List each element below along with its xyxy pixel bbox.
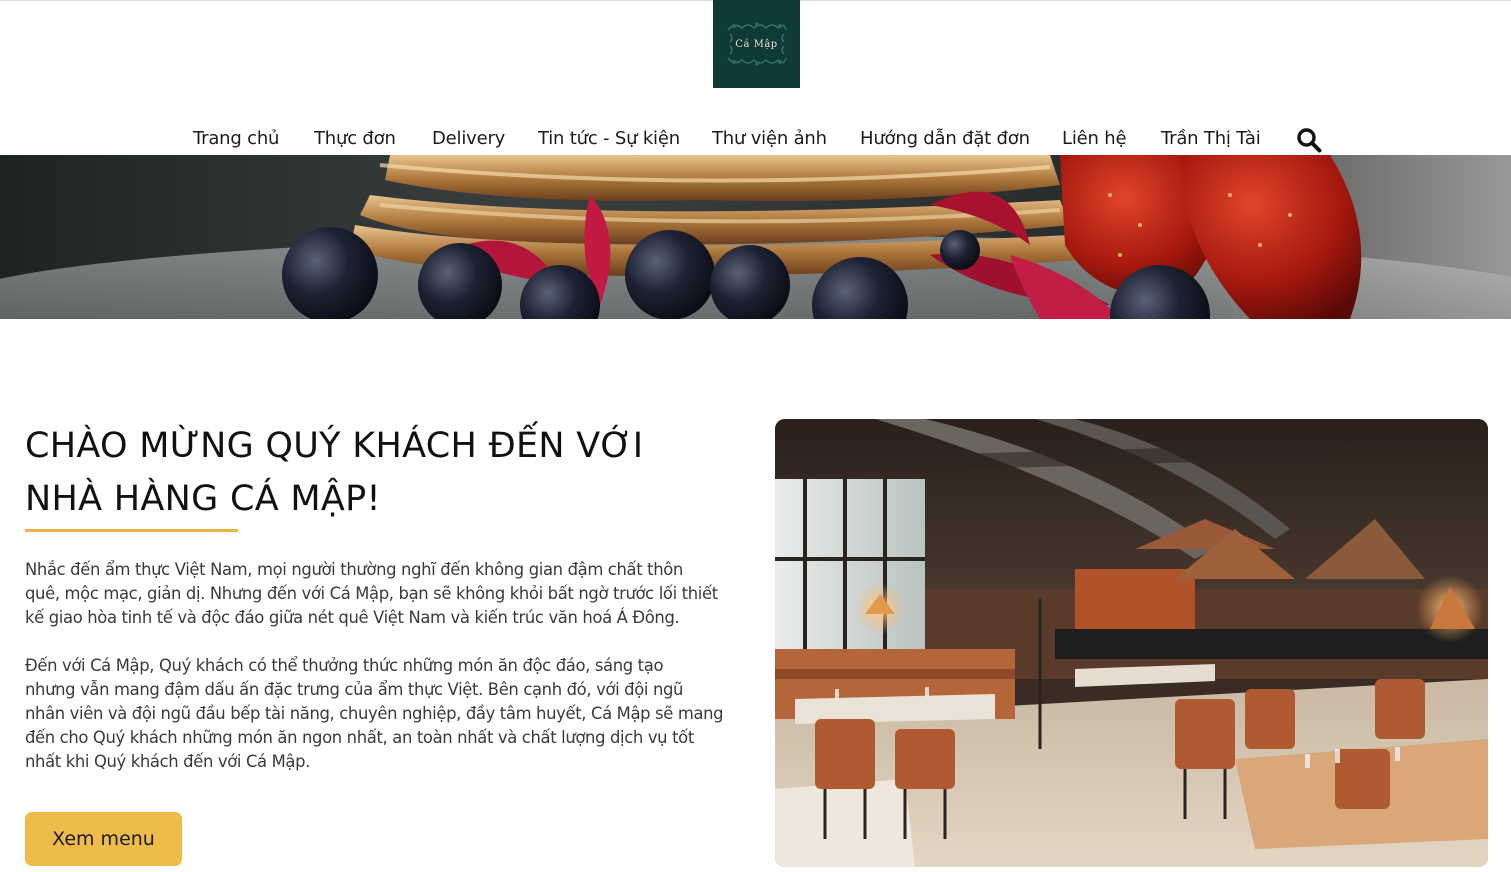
logo[interactable]: Cá Mập xyxy=(713,0,800,88)
intro-paragraph-2: Đến với Cá Mập, Quý khách có thể thưởng … xyxy=(25,654,745,774)
intro-p2-line: Đến với Cá Mập, Quý khách có thể thưởng … xyxy=(25,656,664,675)
intro-p1-line: Nhắc đến ẩm thực Việt Nam, mọi người thư… xyxy=(25,560,683,579)
welcome-heading-line2: NHÀ HÀNG CÁ MẬP! xyxy=(25,479,381,519)
intro-p2-line: nhân viên và đội ngũ đầu bếp tài năng, c… xyxy=(25,704,724,723)
nav-item-order-guide[interactable]: Hướng dẫn đặt đơn xyxy=(860,128,1030,149)
logo-emblem: Cá Mập xyxy=(724,20,790,68)
view-menu-button[interactable]: Xem menu xyxy=(25,812,182,866)
restaurant-interior-image xyxy=(775,419,1488,867)
heading-underline xyxy=(25,529,238,532)
nav-item-contact[interactable]: Liên hệ xyxy=(1062,128,1127,149)
intro-p1-line: quê, mộc mạc, giản dị. Nhưng đến với Cá … xyxy=(25,584,718,603)
nav-item-home[interactable]: Trang chủ xyxy=(193,128,279,149)
welcome-heading-line1: CHÀO MỪNG QUÝ KHÁCH ĐẾN VỚI xyxy=(25,426,644,466)
intro-p1-line: kế giao hòa tinh tế và độc đáo giữa nét … xyxy=(25,608,680,627)
welcome-heading: CHÀO MỪNG QUÝ KHÁCH ĐẾN VỚI NHÀ HÀNG CÁ … xyxy=(25,420,745,526)
intro-paragraph-1: Nhắc đến ẩm thực Việt Nam, mọi người thư… xyxy=(25,558,745,630)
hero-banner-image xyxy=(0,155,1511,319)
logo-text: Cá Mập xyxy=(735,38,778,50)
intro-p2-line: đến cho Quý khách những món ăn ngon nhất… xyxy=(25,728,694,747)
nav-item-news-events[interactable]: Tin tức - Sự kiện xyxy=(538,128,680,149)
search-icon[interactable] xyxy=(1296,127,1322,153)
nav-item-user-account[interactable]: Trần Thị Tài xyxy=(1161,128,1261,149)
intro-p2-line: nhất khi Quý khách đến với Cá Mập. xyxy=(25,752,311,771)
nav-item-menu[interactable]: Thực đơn xyxy=(314,128,396,149)
nav-item-delivery[interactable]: Delivery xyxy=(432,128,505,149)
intro-p2-line: nhưng vẫn mang đậm dấu ấn đặc trưng của … xyxy=(25,680,684,699)
main-nav: Trang chủ Thực đơn Delivery Tin tức - Sự… xyxy=(0,124,1511,155)
nav-item-gallery[interactable]: Thư viện ảnh xyxy=(712,128,827,149)
